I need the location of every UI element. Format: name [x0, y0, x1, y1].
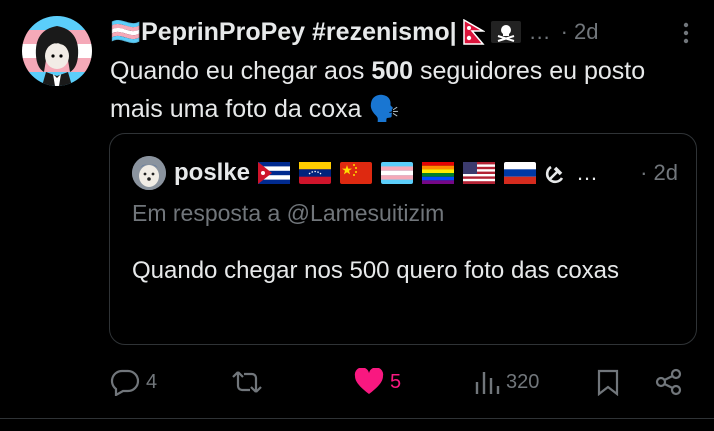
tweet-header: 🏳️‍⚧️PeprinProPey #rezenismo| … · 2d — [110, 16, 694, 48]
tweet-timestamp[interactable]: · 2d — [561, 19, 599, 45]
quoted-author-name[interactable]: poslke — [174, 159, 250, 187]
cuba-flag-icon — [258, 162, 291, 184]
views-chart-icon — [475, 372, 500, 394]
reply-count: 4 — [146, 370, 158, 393]
tweet-text: Quando eu chegar aos 500 seguidores eu p… — [110, 52, 670, 128]
quoted-tweet[interactable]: poslke … · 2d Em resposta a @Lamesuitizi… — [109, 133, 697, 345]
views-button[interactable]: 320 — [474, 366, 539, 398]
quoted-tweet-header: poslke … · 2d — [132, 156, 678, 190]
reply-button[interactable]: 4 — [110, 366, 157, 398]
anime-avatar-icon — [35, 26, 79, 86]
bookmark-button[interactable] — [596, 366, 620, 398]
more-options-icon[interactable] — [682, 22, 690, 44]
tweet-divider — [0, 418, 714, 419]
like-count: 5 — [390, 370, 402, 393]
quoted-name-truncation: … — [576, 160, 599, 185]
tweet-text-part: Quando eu chegar aos — [110, 57, 372, 85]
repost-icon — [232, 371, 262, 393]
tweet-text-bold: 500 — [371, 57, 414, 85]
author-avatar[interactable] — [22, 16, 92, 86]
china-flag-icon — [340, 162, 373, 184]
transgender-flag-icon — [381, 162, 414, 184]
reply-context: Em resposta a @Lamesuitizim — [132, 200, 445, 226]
name-truncation: … — [528, 19, 551, 44]
share-icon — [655, 368, 682, 396]
like-button[interactable]: 5 — [354, 366, 401, 398]
author-display-name[interactable]: 🏳️‍⚧️PeprinProPey #rezenismo| — [110, 18, 457, 47]
rainbow-flag-icon — [422, 162, 455, 184]
hammer-sickle-icon — [545, 165, 564, 184]
nepal-flag-icon — [462, 19, 485, 45]
usa-flag-icon — [463, 162, 496, 184]
repost-button[interactable] — [230, 366, 264, 398]
views-count: 320 — [506, 370, 540, 393]
share-button[interactable] — [654, 366, 684, 398]
heart-filled-icon — [354, 368, 384, 394]
quoted-tweet-timestamp[interactable]: · 2d — [640, 160, 678, 186]
venezuela-flag-icon — [299, 162, 332, 184]
quoted-author-avatar — [132, 156, 166, 190]
dog-avatar-icon — [132, 156, 166, 190]
pirate-flag-icon — [490, 21, 521, 43]
quoted-author-flags: … — [258, 160, 598, 186]
quoted-tweet-text: Quando chegar nos 500 quero foto das cox… — [132, 257, 620, 284]
reply-icon — [110, 369, 140, 396]
tweet[interactable]: 🏳️‍⚧️PeprinProPey #rezenismo| … · 2d Qua… — [0, 0, 714, 431]
bookmark-icon — [597, 369, 619, 396]
tweet-actions: 4 5 320 — [110, 366, 690, 398]
russia-flag-icon — [504, 162, 537, 184]
